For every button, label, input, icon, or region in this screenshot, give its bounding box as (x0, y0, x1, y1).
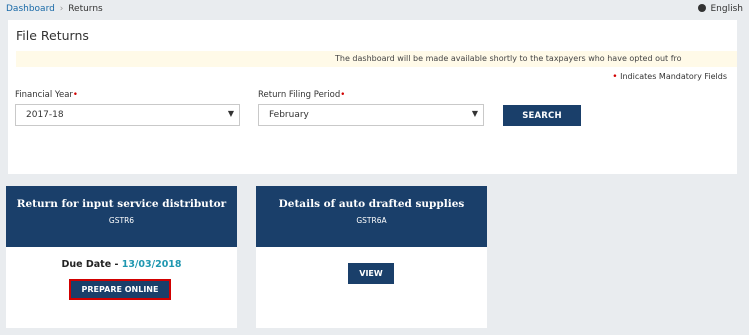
mandatory-fields-text: Indicates Mandatory Fields (620, 72, 727, 81)
file-returns-panel: File Returns The dashboard will be made … (8, 20, 737, 174)
mandatory-fields-note: • Indicates Mandatory Fields (612, 72, 727, 82)
financial-year-label-text: Financial Year (15, 90, 73, 100)
due-date-value: 13/03/2018 (121, 259, 182, 270)
gstr6-card-subtitle: GSTR6 (108, 216, 135, 225)
gstr6-card: Return for input service distributor GST… (6, 186, 237, 328)
return-period-required-marker: • (340, 90, 346, 100)
notice-text: The dashboard will be made available sho… (335, 54, 682, 63)
globe-icon (697, 4, 706, 12)
prepare-online-button[interactable]: PREPARE ONLINE (69, 279, 171, 300)
return-period-value: February (269, 110, 309, 120)
financial-year-label: Financial Year• (15, 90, 78, 100)
gstr6-card-title: Return for input service distributor (16, 198, 227, 210)
due-date-row: Due Date - 13/03/2018 (6, 259, 237, 270)
language-selector[interactable]: English (697, 4, 744, 14)
due-date-label: Due Date - (61, 259, 119, 270)
breadcrumb-current: Returns (68, 4, 103, 14)
return-period-label-text: Return Filing Period (258, 90, 341, 100)
financial-year-required-marker: • (72, 90, 78, 100)
page-title: File Returns (16, 28, 89, 43)
gstr6a-card: Details of auto drafted supplies GSTR6A … (256, 186, 487, 328)
gstr6a-card-title: Details of auto drafted supplies (278, 198, 465, 210)
notice-banner: The dashboard will be made available sho… (16, 51, 737, 67)
view-button[interactable]: VIEW (348, 263, 394, 284)
return-period-select[interactable]: February ▼ (258, 104, 484, 126)
breadcrumb: Dashboard › Returns (6, 4, 103, 14)
language-label: English (710, 4, 744, 14)
gstr6a-card-subtitle: GSTR6A (356, 216, 387, 225)
gstr6-card-header: Return for input service distributor GST… (6, 186, 237, 247)
return-period-label: Return Filing Period• (258, 90, 345, 100)
breadcrumb-separator: › (59, 4, 64, 14)
financial-year-select[interactable]: 2017-18 ▼ (15, 104, 240, 126)
financial-year-value: 2017-18 (26, 110, 64, 120)
chevron-down-icon: ▼ (471, 109, 478, 118)
search-button[interactable]: SEARCH (503, 105, 581, 126)
required-marker: • (612, 72, 618, 82)
gstr6a-card-header: Details of auto drafted supplies GSTR6A (256, 186, 487, 247)
top-bar: Dashboard › Returns English (0, 0, 749, 18)
chevron-down-icon: ▼ (227, 109, 234, 118)
breadcrumb-dashboard-link[interactable]: Dashboard (6, 4, 55, 14)
